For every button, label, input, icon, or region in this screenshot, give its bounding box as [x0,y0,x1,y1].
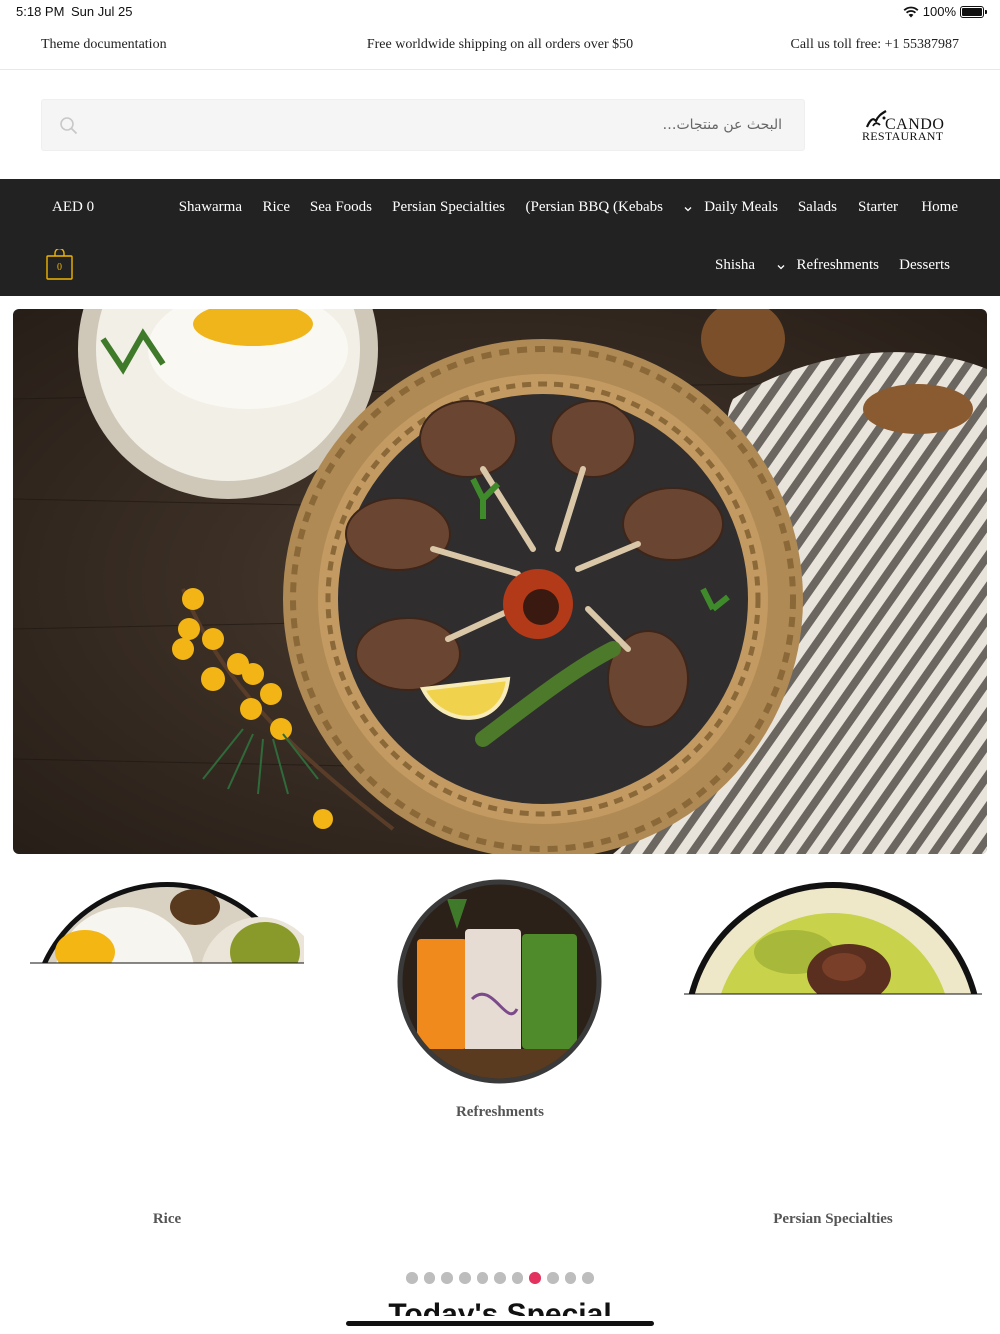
carousel-dot[interactable] [476,1272,489,1284]
cart-count: 0 [57,262,62,273]
nav-item-home[interactable]: Home [921,199,958,216]
wifi-icon [903,6,919,17]
top-info-bar: Free worldwide shipping on all orders ov… [0,24,1000,70]
search-box[interactable] [41,99,805,151]
carousel-dot[interactable] [546,1272,559,1284]
hero-banner-image [13,309,987,854]
carousel-dot[interactable] [406,1272,418,1284]
carousel-dot[interactable] [494,1272,506,1284]
status-bar: 5:18 PM Sun Jul 25 100% [0,0,1000,24]
category-persian-specialties-label[interactable]: Persian Specialties [733,1211,933,1228]
battery-fill [962,7,982,16]
nav-item-persian-specialties[interactable]: Persian Specialties [392,199,505,216]
battery-icon [960,5,987,18]
main-navigation: AED 0 Home Starter Salads Daily Meals (P… [0,179,1000,296]
cart-button[interactable]: 0 [46,249,73,280]
logo-subtitle: RESTAURANT [862,129,944,143]
toll-free-phone[interactable]: Call us toll free: +1 55387987 [791,37,960,53]
carousel-dot[interactable] [441,1272,454,1284]
category-refreshments-label[interactable]: Refreshments [400,1104,600,1121]
nav-item-daily-meals[interactable]: Daily Meals [704,199,778,216]
cart-total[interactable]: AED 0 [52,199,94,216]
theme-documentation-link[interactable]: Theme documentation [41,37,167,53]
nav-item-starter[interactable]: Starter [858,199,898,216]
nav-item-rice[interactable]: Rice [263,199,291,216]
category-refreshments-image[interactable] [397,879,602,1084]
nav-item-shisha[interactable]: Shisha [715,257,755,274]
status-right: 100% [903,4,987,19]
nav-item-persian-bbq[interactable]: (Persian BBQ (Kebabs [526,199,663,216]
carousel-dot[interactable] [511,1272,524,1284]
site-header: CANDO RESTAURANT [0,70,1000,179]
hero-food-illustration [13,309,987,854]
carousel-dot[interactable] [423,1272,436,1284]
search-icon[interactable] [59,116,79,136]
nav-item-salads[interactable]: Salads [798,199,837,216]
category-rice-label[interactable]: Rice [67,1211,267,1228]
carousel-dot[interactable] [582,1272,594,1284]
section-title: Today's Special [0,1300,1000,1316]
search-input[interactable] [182,112,782,138]
restaurant-logo[interactable]: CANDO RESTAURANT [858,106,954,146]
chevron-down-icon[interactable] [776,262,786,272]
home-indicator[interactable] [346,1321,654,1326]
carousel-dot[interactable] [459,1272,471,1284]
carousel-dot[interactable] [529,1272,541,1284]
category-persian-specialties-image[interactable] [684,882,982,995]
status-time: 5:18 PM [16,4,65,19]
status-date: Sun Jul 25 [71,4,133,19]
carousel-pagination [0,1272,1000,1284]
chevron-down-icon[interactable] [683,204,693,214]
nav-item-sea-foods[interactable]: Sea Foods [310,199,372,216]
battery-percent: 100% [922,4,956,19]
nav-item-shawarma[interactable]: Shawarma [179,199,242,216]
category-rice-image[interactable] [30,882,304,964]
nav-item-desserts[interactable]: Desserts [899,257,950,274]
nav-item-refreshments[interactable]: Refreshments [797,257,879,274]
carousel-dot[interactable] [564,1272,577,1284]
